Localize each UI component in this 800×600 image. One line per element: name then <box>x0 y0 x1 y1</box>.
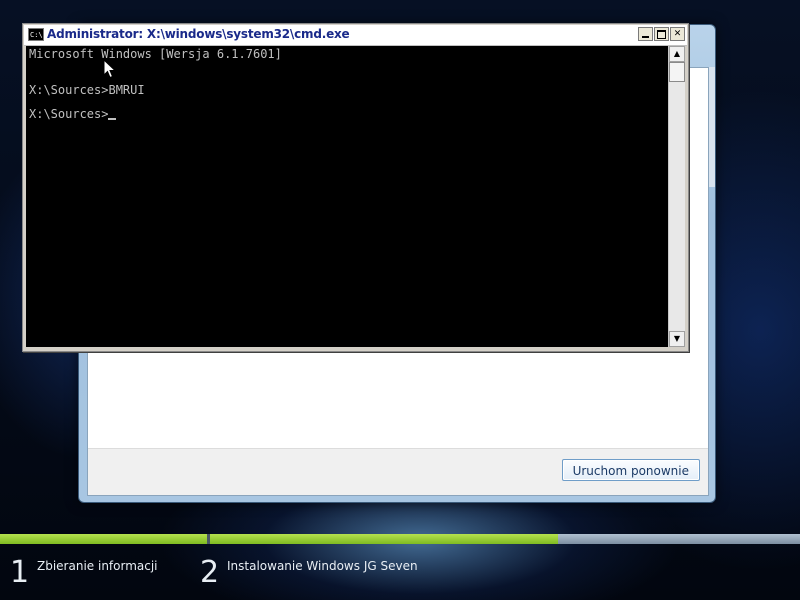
text-cursor <box>108 118 117 120</box>
step-number: 1 <box>10 555 30 590</box>
scroll-up-arrow-icon[interactable]: ▲ <box>669 46 685 62</box>
progress-step-1-fill <box>0 534 207 544</box>
cmd-vertical-scrollbar[interactable]: ▲ ▼ <box>668 46 685 347</box>
setup-window-edge <box>709 67 715 187</box>
setup-footer: Uruchom ponownie <box>88 448 708 495</box>
progress-remaining <box>558 534 800 544</box>
scroll-down-arrow-icon[interactable]: ▼ <box>669 331 685 347</box>
maximize-icon[interactable] <box>654 27 669 41</box>
cmd-window-title: Administrator: X:\windows\system32\cmd.e… <box>47 27 350 41</box>
close-icon[interactable]: ✕ <box>670 27 685 41</box>
console-line: Microsoft Windows [Wersja 6.1.7601] <box>29 47 282 61</box>
cmd-console[interactable]: Microsoft Windows [Wersja 6.1.7601] X:\S… <box>26 46 669 347</box>
minimize-icon[interactable] <box>638 27 653 41</box>
step-label: Instalowanie Windows JG Seven <box>227 559 418 573</box>
mouse-pointer-icon <box>103 59 117 79</box>
progress-step-2-fill <box>210 534 558 544</box>
step-number: 2 <box>200 555 220 590</box>
cmd-system-icon[interactable]: C:\ <box>28 28 44 41</box>
restart-button[interactable]: Uruchom ponownie <box>561 459 700 481</box>
setup-progress-bar <box>0 534 800 544</box>
console-line: X:\Sources>BMRUI <box>29 83 145 97</box>
console-prompt: X:\Sources> <box>29 107 109 121</box>
cmd-titlebar[interactable]: C:\ Administrator: X:\windows\system32\c… <box>24 25 687 46</box>
step-label: Zbieranie informacji <box>37 559 158 573</box>
cmd-window[interactable]: C:\ Administrator: X:\windows\system32\c… <box>22 23 689 352</box>
scroll-thumb[interactable] <box>669 62 685 82</box>
